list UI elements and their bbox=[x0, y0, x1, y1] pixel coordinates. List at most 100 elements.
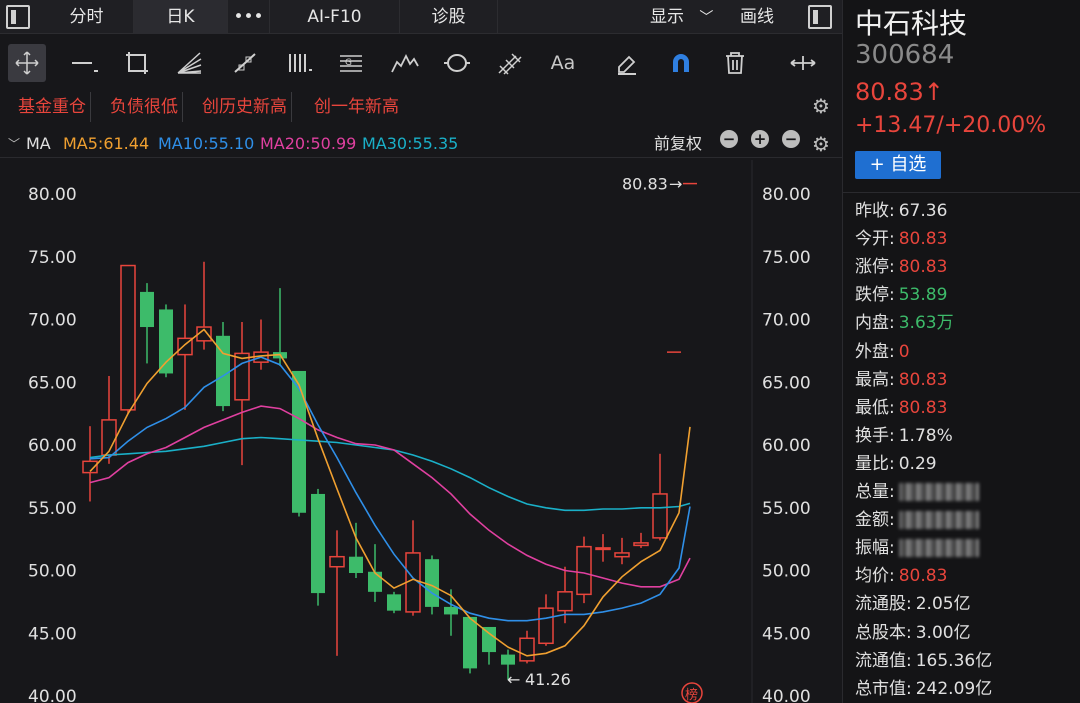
y-tick-label-left: 45.00 bbox=[28, 624, 77, 644]
arrows-icon[interactable] bbox=[784, 44, 822, 82]
tag-low-debt[interactable]: 负债很低 bbox=[106, 92, 183, 122]
display-label: 显示 bbox=[650, 7, 684, 27]
chevron-down-icon: ﹀ bbox=[699, 10, 714, 26]
tab-daily-k[interactable]: 日K bbox=[134, 0, 228, 34]
stat-value: 3.63万 bbox=[898, 313, 954, 334]
tab-intraday[interactable]: 分时 bbox=[40, 0, 134, 34]
candle-body bbox=[368, 571, 382, 592]
candle-body bbox=[140, 291, 154, 328]
stat-label: 涨停: bbox=[855, 257, 895, 278]
stat-label: 流通股: bbox=[855, 594, 912, 615]
wave-icon[interactable] bbox=[386, 44, 424, 82]
y-tick-label-right: 55.00 bbox=[762, 499, 811, 519]
candle bbox=[614, 537, 630, 565]
stat-value: 1.78% bbox=[898, 425, 953, 446]
sidebar-toggle-icon[interactable] bbox=[6, 5, 30, 29]
vlines-icon[interactable] bbox=[280, 44, 318, 82]
ray-icon[interactable] bbox=[226, 44, 264, 82]
stat-value: 80.83 bbox=[898, 257, 948, 278]
tab-diagnose[interactable]: 诊股 bbox=[400, 0, 498, 34]
rect-icon[interactable] bbox=[118, 44, 156, 82]
ma20-line bbox=[89, 405, 691, 588]
candle-body bbox=[444, 606, 458, 615]
candle-body bbox=[538, 607, 554, 645]
eraser-icon[interactable] bbox=[608, 44, 646, 82]
candle bbox=[329, 530, 345, 656]
stat-label: 外盘: bbox=[855, 341, 895, 362]
collapse-chevron-icon[interactable]: ﹀ bbox=[8, 130, 20, 158]
candle bbox=[311, 488, 325, 606]
text-icon[interactable]: Aa bbox=[544, 44, 582, 82]
stat-value: 53.89 bbox=[898, 285, 948, 306]
stat-row: 最低: 80.83 bbox=[855, 395, 947, 421]
draw-line-button[interactable]: 画线 bbox=[740, 0, 774, 34]
trash-icon[interactable] bbox=[716, 44, 754, 82]
y-tick-label-right: 70.00 bbox=[762, 311, 811, 331]
y-tick-label-left: 40.00 bbox=[28, 687, 77, 703]
ma10-line bbox=[89, 356, 691, 622]
add-watchlist-button[interactable]: + 自选 bbox=[855, 151, 941, 179]
candle bbox=[576, 536, 592, 604]
candle bbox=[463, 616, 477, 674]
stat-label: 今开: bbox=[855, 229, 895, 250]
y-tick-label-left: 70.00 bbox=[28, 311, 77, 331]
ma-label[interactable]: MA bbox=[26, 130, 51, 158]
candle-body bbox=[557, 591, 573, 612]
candle-body bbox=[463, 616, 477, 669]
tag-fund-holding[interactable]: 基金重仓 bbox=[14, 92, 91, 122]
tag-settings-icon[interactable]: ⚙ bbox=[812, 94, 830, 118]
stat-row: 总量: bbox=[855, 479, 979, 505]
display-dropdown[interactable]: 显示 ﹀ bbox=[650, 0, 713, 34]
stock-name: 中石科技 bbox=[855, 7, 968, 40]
candle-body bbox=[425, 559, 439, 607]
candle-body bbox=[633, 542, 649, 547]
ma-settings-icon[interactable]: ⚙ bbox=[812, 130, 830, 158]
stat-row: 均价: 80.83 bbox=[855, 563, 947, 589]
candle bbox=[292, 370, 306, 517]
redacted-value bbox=[898, 511, 979, 530]
magnet-icon[interactable] bbox=[662, 44, 700, 82]
tab-ai-f10[interactable]: AI-F10 bbox=[270, 0, 400, 34]
fan-icon[interactable] bbox=[170, 44, 208, 82]
stat-value: 80.83 bbox=[898, 369, 948, 390]
stat-row: 总市值: 242.09亿 bbox=[855, 676, 992, 702]
stat-label: 最高: bbox=[855, 369, 895, 390]
tag-year-high[interactable]: 创一年新高 bbox=[310, 92, 403, 122]
candle bbox=[538, 594, 554, 646]
minus-icon-2[interactable]: − bbox=[782, 130, 800, 148]
plus-icon[interactable]: + bbox=[751, 130, 769, 148]
y-tick-label-left: 75.00 bbox=[28, 248, 77, 268]
stat-value: 0.29 bbox=[898, 453, 937, 474]
adjust-mode[interactable]: 前复权 bbox=[654, 130, 702, 158]
y-tick-label-right: 60.00 bbox=[762, 436, 811, 456]
stat-row: 外盘: 0 bbox=[855, 339, 910, 365]
ma10-value: MA10:55.10 bbox=[158, 134, 255, 153]
candle bbox=[253, 319, 269, 370]
candle-body bbox=[519, 637, 535, 662]
pitchfork-icon[interactable] bbox=[492, 44, 530, 82]
stat-value: 3.00亿 bbox=[915, 622, 971, 643]
kline-chart[interactable]: 40.00 45.00 50.00 55.00 60.00 65.00 70.00 75.00… bbox=[0, 160, 842, 703]
redacted-value bbox=[898, 539, 979, 558]
crosshair-icon[interactable] bbox=[8, 44, 46, 82]
candle-body bbox=[159, 309, 173, 374]
tab-more[interactable]: ••• bbox=[228, 0, 270, 34]
channel-icon[interactable]: G bbox=[332, 44, 370, 82]
drawing-toolbar: G Aa bbox=[0, 42, 842, 86]
line-icon[interactable] bbox=[66, 44, 104, 82]
low-price-label: 41.26 bbox=[525, 670, 571, 689]
stat-label: 振幅: bbox=[855, 538, 895, 559]
stat-row: 振幅: bbox=[855, 535, 979, 561]
stat-label: 内盘: bbox=[855, 313, 895, 334]
candle-body bbox=[311, 493, 325, 594]
stat-label: 跌停: bbox=[855, 285, 895, 306]
tab-bar: 分时 日K ••• AI-F10 诊股 显示 ﹀ 画线 bbox=[0, 0, 842, 34]
stat-row: 流通值: 165.36亿 bbox=[855, 648, 992, 674]
tag-all-time-high[interactable]: 创历史新高 bbox=[198, 92, 292, 122]
minus-icon[interactable]: − bbox=[720, 130, 738, 148]
stat-row: 最高: 80.83 bbox=[855, 367, 947, 393]
high-arrow-icon: → bbox=[669, 175, 682, 194]
panel-toggle-icon[interactable] bbox=[808, 5, 832, 29]
candle bbox=[519, 630, 535, 664]
cycle-icon[interactable] bbox=[438, 44, 476, 82]
